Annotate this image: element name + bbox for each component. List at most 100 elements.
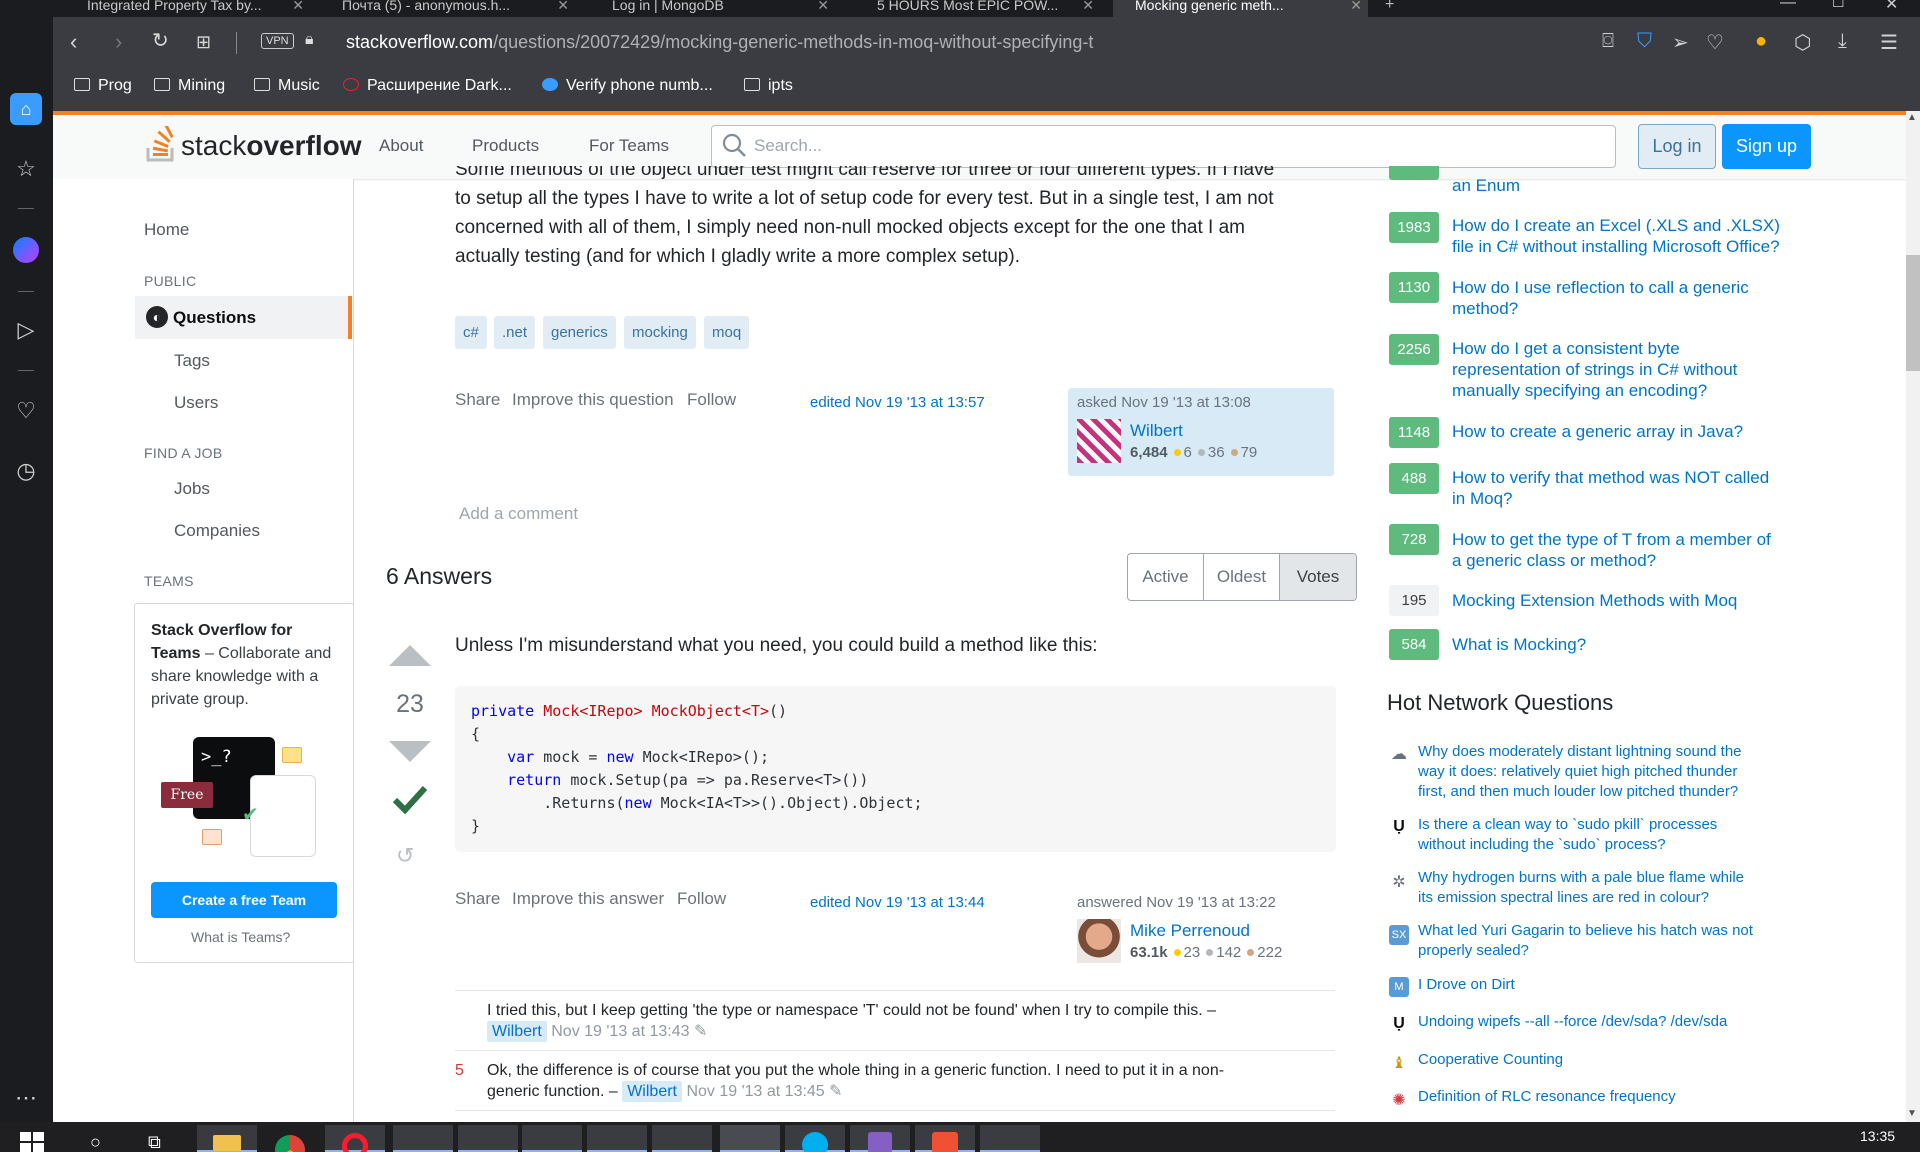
tag-csharp[interactable]: c# bbox=[455, 316, 487, 349]
hot-question-link[interactable]: I Drove on Dirt bbox=[1418, 975, 1778, 995]
taskbar-app-explorer[interactable] bbox=[197, 1125, 257, 1152]
related-question-link[interactable]: How to get the type of T from a member o… bbox=[1452, 529, 1802, 571]
add-comment-link[interactable]: Add a comment bbox=[459, 504, 578, 524]
hot-question-link[interactable]: Why does moderately distant lightning so… bbox=[1418, 742, 1778, 802]
close-icon[interactable]: ✕ bbox=[1082, 0, 1094, 12]
shield-icon[interactable]: ⛉ bbox=[1637, 30, 1652, 53]
what-is-teams-link[interactable]: What is Teams? bbox=[191, 929, 290, 945]
tab[interactable]: 5 HOURS Most EPIC POW... ✕ bbox=[855, 0, 1100, 17]
windows-start-icon[interactable] bbox=[20, 1132, 44, 1152]
tag-generics[interactable]: generics bbox=[543, 316, 616, 349]
taskbar-clock[interactable]: 13:35 bbox=[1860, 1128, 1895, 1144]
related-question-link[interactable]: Mocking Extension Methods with Moq bbox=[1452, 590, 1802, 611]
heart-icon[interactable]: ♡ bbox=[1706, 30, 1724, 55]
follow-link[interactable]: Follow bbox=[687, 390, 736, 410]
nav-jobs[interactable]: Jobs bbox=[174, 479, 210, 499]
taskbar-app[interactable] bbox=[980, 1125, 1040, 1152]
forward-icon[interactable]: › bbox=[115, 31, 122, 53]
scrollbar-thumb[interactable] bbox=[1906, 255, 1920, 371]
nav-about[interactable]: About bbox=[379, 136, 423, 156]
taskbar-app[interactable] bbox=[915, 1125, 975, 1152]
vpn-badge[interactable]: VPN bbox=[261, 33, 294, 49]
downvote-icon[interactable] bbox=[389, 741, 431, 762]
hot-question-link[interactable]: Definition of RLC resonance frequency bbox=[1418, 1087, 1778, 1107]
heart-icon[interactable]: ♡ bbox=[12, 398, 40, 426]
tab[interactable]: Log in | MongoDB ✕ bbox=[590, 0, 835, 17]
bookmark-folder[interactable]: Music bbox=[254, 77, 320, 95]
follow-link[interactable]: Follow bbox=[677, 889, 726, 909]
bookmark-folder[interactable]: Mining bbox=[154, 77, 225, 95]
share-link[interactable]: Share bbox=[455, 889, 500, 909]
related-question-link[interactable]: an Enum bbox=[1452, 175, 1802, 196]
signup-button[interactable]: Sign up bbox=[1722, 124, 1811, 169]
site-logo[interactable]: stackoverflow bbox=[181, 130, 362, 176]
comment-user[interactable]: Wilbert bbox=[487, 1021, 547, 1042]
improve-answer-link[interactable]: Improve this answer bbox=[512, 889, 664, 909]
search-input[interactable] bbox=[711, 125, 1616, 168]
hot-question-link[interactable]: Why hydrogen burns with a pale blue flam… bbox=[1418, 868, 1778, 908]
cube-icon[interactable]: ⬡ bbox=[1794, 30, 1811, 55]
taskbar-app-visual-studio[interactable] bbox=[850, 1125, 910, 1152]
taskbar-app[interactable] bbox=[522, 1125, 582, 1152]
sort-oldest[interactable]: Oldest bbox=[1204, 554, 1280, 600]
download-icon[interactable]: ⤓ bbox=[1838, 30, 1847, 53]
hot-question-link[interactable]: What led Yuri Gagarin to believe his hat… bbox=[1418, 921, 1778, 961]
snapshot-icon[interactable]: ⌼ bbox=[1602, 30, 1614, 53]
bookmark-link[interactable]: Verify phone numb... bbox=[542, 77, 713, 95]
sort-active[interactable]: Active bbox=[1128, 554, 1204, 600]
minimize-icon[interactable]: — bbox=[1780, 0, 1796, 12]
taskbar-app[interactable] bbox=[393, 1125, 453, 1152]
player-icon[interactable]: ▷ bbox=[12, 317, 40, 345]
avatar[interactable] bbox=[1077, 919, 1121, 963]
upvote-icon[interactable] bbox=[389, 645, 431, 666]
flow-icon[interactable]: ● bbox=[1755, 30, 1767, 53]
avatar[interactable] bbox=[1077, 419, 1121, 463]
history-icon[interactable]: ↺ bbox=[396, 843, 414, 869]
taskbar-app[interactable] bbox=[458, 1125, 518, 1152]
tab[interactable]: Почта (5) - anonymous.h... ✕ bbox=[320, 0, 575, 17]
login-button[interactable]: Log in bbox=[1638, 124, 1716, 169]
bookmark-folder[interactable]: ipts bbox=[744, 77, 793, 95]
nav-home[interactable]: Home bbox=[144, 220, 189, 240]
tag-dotnet[interactable]: .net bbox=[494, 316, 536, 349]
related-question-link[interactable]: How do I use reflection to call a generi… bbox=[1452, 277, 1802, 319]
hot-question-link[interactable]: Is there a clean way to `sudo pkill` pro… bbox=[1418, 815, 1778, 855]
related-question-link[interactable]: How to create a generic array in Java? bbox=[1452, 421, 1802, 442]
comment-user[interactable]: Wilbert bbox=[622, 1081, 682, 1102]
search-icon[interactable]: ○ bbox=[90, 1132, 101, 1152]
related-question-link[interactable]: How do I create an Excel (.XLS and .XLSX… bbox=[1452, 215, 1802, 257]
create-team-button[interactable]: Create a free Team bbox=[151, 882, 337, 918]
asker-name[interactable]: Wilbert bbox=[1130, 421, 1183, 441]
hot-question-link[interactable]: Undoing wipefs --all --force /dev/sda? /… bbox=[1418, 1012, 1778, 1032]
tag-mocking[interactable]: mocking bbox=[624, 316, 696, 349]
tab-active[interactable]: Mocking generic meth... ✕ bbox=[1113, 0, 1368, 17]
messenger-icon[interactable] bbox=[13, 237, 39, 263]
more-icon[interactable]: ⋯ bbox=[12, 1085, 40, 1113]
maximize-icon[interactable]: ☐ bbox=[1832, 0, 1845, 11]
taskbar-app[interactable] bbox=[652, 1125, 712, 1152]
scroll-up-icon[interactable]: ▲ bbox=[1907, 112, 1917, 123]
tag-moq[interactable]: moq bbox=[704, 316, 750, 349]
scroll-down-icon[interactable]: ▼ bbox=[1907, 1108, 1917, 1119]
new-tab-icon[interactable]: + bbox=[1385, 0, 1394, 14]
back-icon[interactable]: ‹ bbox=[70, 31, 77, 53]
menu-icon[interactable]: ☰ bbox=[1880, 30, 1898, 55]
nav-products[interactable]: Products bbox=[472, 136, 539, 156]
star-icon[interactable]: ☆ bbox=[12, 156, 40, 184]
stackoverflow-logo-icon[interactable] bbox=[146, 123, 178, 162]
bookmark-folder[interactable]: Prog bbox=[74, 77, 132, 95]
related-question-link[interactable]: What is Mocking? bbox=[1452, 634, 1802, 655]
home-icon[interactable]: ⌂ bbox=[10, 93, 42, 125]
related-question-link[interactable]: How to verify that method was NOT called… bbox=[1452, 467, 1802, 509]
hot-question-link[interactable]: Cooperative Counting bbox=[1418, 1050, 1778, 1070]
history-icon[interactable]: ◷ bbox=[12, 458, 40, 486]
tabs-grid-icon[interactable]: ⊞ bbox=[196, 31, 211, 53]
improve-question-link[interactable]: Improve this question bbox=[512, 390, 674, 410]
edited-link[interactable]: edited Nov 19 '13 at 13:44 bbox=[810, 894, 985, 911]
comment-date[interactable]: Nov 19 '13 at 13:43 bbox=[551, 1023, 689, 1040]
task-view-icon[interactable]: ⧉ bbox=[148, 1132, 161, 1152]
answerer-name[interactable]: Mike Perrenoud bbox=[1130, 921, 1250, 941]
send-icon[interactable]: ➢ bbox=[1672, 30, 1689, 55]
nav-for-teams[interactable]: For Teams bbox=[589, 136, 669, 156]
taskbar-app-opera[interactable] bbox=[325, 1125, 385, 1152]
